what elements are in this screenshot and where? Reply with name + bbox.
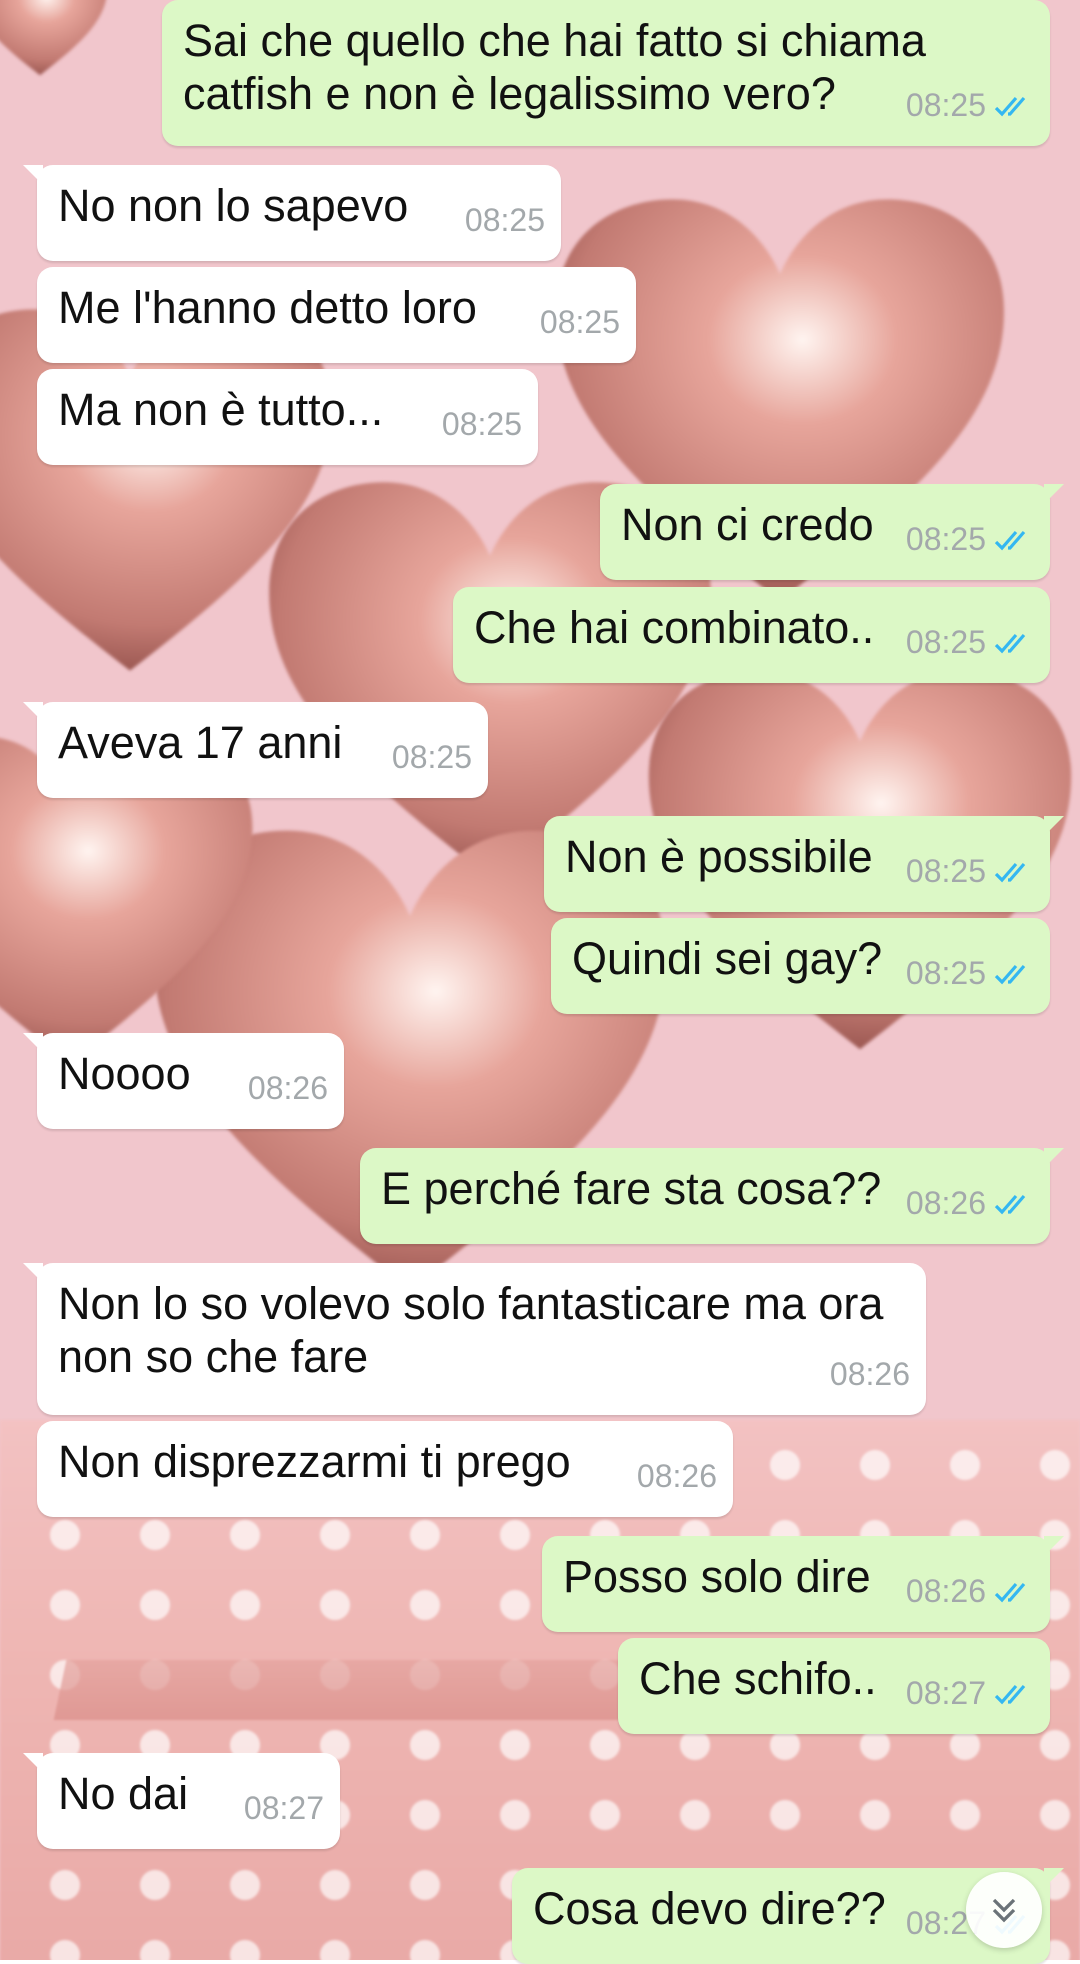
message-meta: 08:25 (906, 513, 1034, 566)
incoming-message[interactable]: No non lo sapevo 08:25 (23, 165, 561, 261)
message-meta: 08:26 (906, 1565, 1034, 1618)
message-meta: 08:27 (244, 1782, 324, 1835)
message-text: E perché fare sta cosa?? (381, 1162, 881, 1215)
message-time: 08:27 (243, 1790, 324, 1826)
message-text: Ma non è tutto... (58, 383, 383, 436)
message-text: Cosa devo dire?? (533, 1882, 886, 1935)
scroll-to-bottom-button[interactable] (966, 1872, 1042, 1948)
outgoing-message[interactable]: Che schifo.. 08:27 (618, 1638, 1050, 1734)
message-text: Che schifo.. (639, 1652, 877, 1705)
message-line: Me l'hanno detto loro (58, 282, 477, 333)
message-time: 08:26 (829, 1356, 910, 1392)
message-text: Non disprezzarmi ti prego (58, 1435, 571, 1488)
double-check-icon (994, 530, 1026, 550)
message-text: Aveva 17 anni (58, 716, 342, 769)
message-meta: 08:25 (442, 398, 522, 451)
message-time: 08:27 (905, 1675, 986, 1711)
message-time: 08:25 (391, 739, 472, 775)
outgoing-message[interactable]: Che hai combinato.. 08:25 (453, 587, 1050, 683)
outgoing-message[interactable]: Non è possibile 08:25 (544, 816, 1064, 912)
message-text: No dai (58, 1767, 188, 1820)
double-check-icon (994, 96, 1026, 116)
message-meta: 08:25 (906, 947, 1034, 1000)
message-line: No non lo sapevo (58, 180, 409, 231)
message-line: Ma non è tutto... (58, 384, 384, 435)
outgoing-message[interactable]: Quindi sei gay? 08:25 (551, 918, 1050, 1014)
message-line: Non ci credo (621, 499, 874, 550)
double-check-icon (994, 862, 1026, 882)
double-check-icon (994, 1582, 1026, 1602)
message-line: Aveva 17 anni (58, 717, 343, 768)
message-line: Noooo (58, 1048, 191, 1099)
message-meta: 08:27 (906, 1667, 1034, 1720)
message-line: Non è possibile (565, 831, 873, 882)
incoming-message[interactable]: Ma non è tutto... 08:25 (37, 369, 538, 465)
message-line: E perché fare sta cosa?? (381, 1163, 882, 1214)
message-meta: 08:25 (465, 194, 545, 247)
heart-decoration (0, 0, 106, 76)
message-time: 08:25 (464, 202, 545, 238)
message-time: 08:26 (905, 1185, 986, 1221)
outgoing-message[interactable]: E perché fare sta cosa?? 08:26 (360, 1148, 1064, 1244)
message-line: catfish e non è legalissimo vero? (183, 68, 836, 119)
message-meta: 08:25 (906, 845, 1034, 898)
message-line: Non lo so volevo solo fantasticare ma or… (58, 1278, 884, 1329)
incoming-message[interactable]: Me l'hanno detto loro 08:25 (37, 267, 636, 363)
message-text: Che hai combinato.. (474, 601, 874, 654)
message-line: Quindi sei gay? (572, 933, 883, 984)
message-line: Che schifo.. (639, 1653, 877, 1704)
message-line: Non disprezzarmi ti prego (58, 1436, 571, 1487)
outgoing-message[interactable]: Non ci credo 08:25 (600, 484, 1064, 580)
incoming-message[interactable]: Noooo 08:26 (23, 1033, 344, 1129)
message-time: 08:25 (905, 521, 986, 557)
message-time: 08:25 (905, 853, 986, 889)
message-text: Me l'hanno detto loro (58, 281, 477, 334)
message-time: 08:26 (905, 1573, 986, 1609)
double-check-icon (994, 964, 1026, 984)
incoming-message[interactable]: Non lo so volevo solo fantasticare ma or… (23, 1263, 926, 1415)
message-text: No non lo sapevo (58, 179, 408, 232)
message-meta: 08:25 (540, 296, 620, 349)
message-line: non so che fare (58, 1331, 369, 1382)
double-check-icon (994, 1684, 1026, 1704)
message-time: 08:26 (247, 1070, 328, 1106)
double-check-icon (994, 1194, 1026, 1214)
incoming-message[interactable]: Non disprezzarmi ti prego 08:26 (37, 1421, 733, 1517)
message-meta: 08:26 (248, 1062, 328, 1115)
message-text: Noooo (58, 1047, 191, 1100)
message-meta: 08:25 (392, 731, 472, 784)
message-text: Non è possibile (565, 830, 873, 883)
message-line: No dai (58, 1768, 189, 1819)
message-line: Cosa devo dire?? (533, 1883, 886, 1934)
message-text: Sai che quello che hai fatto si chiama ca… (183, 14, 926, 120)
message-text: Quindi sei gay? (572, 932, 882, 985)
message-line: Che hai combinato.. (474, 602, 875, 653)
message-text: Posso solo dire (563, 1550, 871, 1603)
message-line: Sai che quello che hai fatto si chiama (183, 15, 926, 66)
message-meta: 08:26 (637, 1450, 717, 1503)
message-text: Non lo so volevo solo fantasticare ma or… (58, 1277, 883, 1383)
message-time: 08:25 (905, 955, 986, 991)
message-time: 08:25 (905, 624, 986, 660)
message-time: 08:25 (441, 406, 522, 442)
message-text: Non ci credo (621, 498, 874, 551)
message-time: 08:25 (905, 87, 986, 123)
outgoing-message[interactable]: Posso solo dire 08:26 (542, 1536, 1064, 1632)
message-line: Posso solo dire (563, 1551, 871, 1602)
double-chevron-down-icon (992, 1898, 1016, 1923)
double-check-icon (994, 633, 1026, 653)
message-meta: 08:25 (906, 79, 1034, 132)
message-time: 08:25 (539, 304, 620, 340)
message-meta: 08:26 (830, 1348, 910, 1401)
incoming-message[interactable]: Aveva 17 anni 08:25 (23, 702, 488, 798)
outgoing-message[interactable]: Sai che quello che hai fatto si chiama ca… (162, 0, 1050, 146)
message-meta: 08:26 (906, 1177, 1034, 1230)
incoming-message[interactable]: No dai 08:27 (23, 1753, 340, 1849)
message-time: 08:26 (636, 1458, 717, 1494)
message-meta: 08:25 (906, 616, 1034, 669)
